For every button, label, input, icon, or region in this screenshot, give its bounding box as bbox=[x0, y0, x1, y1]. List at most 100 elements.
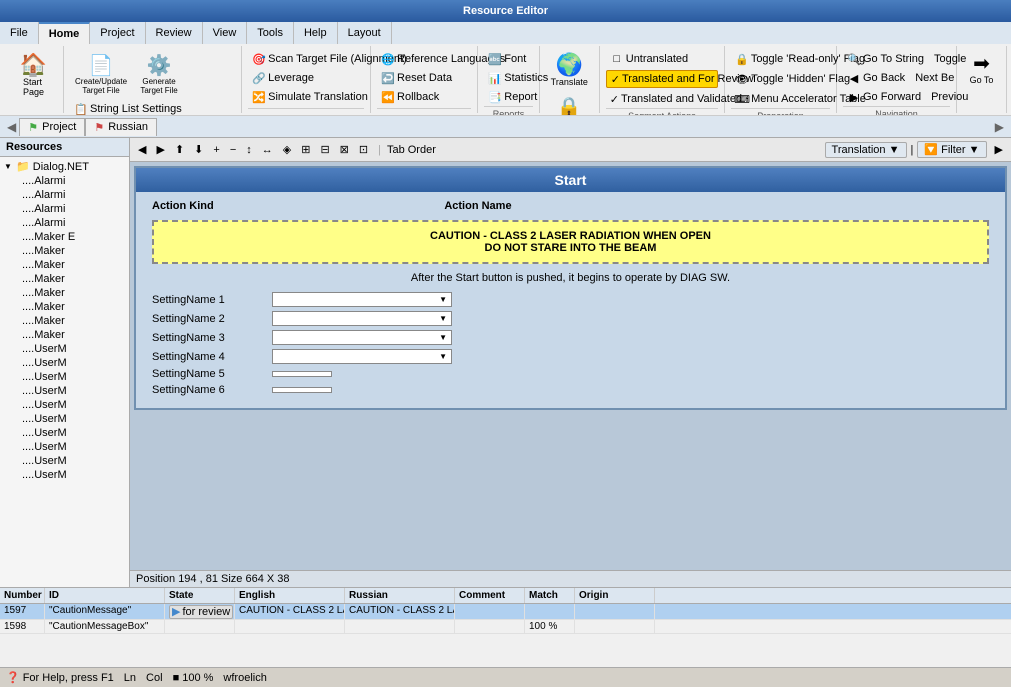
russian-flag: ⚑ bbox=[94, 121, 104, 134]
leverage-button[interactable]: 🔗 Leverage bbox=[248, 69, 318, 87]
tree-item-15[interactable]: ....UserM bbox=[2, 370, 127, 384]
toolbar-btn-6[interactable]: − bbox=[226, 142, 240, 158]
setting-combo-1[interactable]: ▼ bbox=[272, 311, 452, 326]
setting-row-3: SettingName 4▼ bbox=[152, 349, 989, 364]
setting-combo-3[interactable]: ▼ bbox=[272, 349, 452, 364]
tree-item-18[interactable]: ....UserM bbox=[2, 412, 127, 426]
tree-item-20[interactable]: ....UserM bbox=[2, 440, 127, 454]
ribbon-group-goto: ➡ Go To bbox=[957, 46, 1007, 113]
resources-tree[interactable]: ▼📁 Dialog.NET ....Alarmi ....Alarmi ....… bbox=[0, 157, 129, 587]
tree-item-14[interactable]: ....UserM bbox=[2, 356, 127, 370]
tab-view[interactable]: View bbox=[203, 22, 248, 44]
tree-item-6[interactable]: ....Maker bbox=[2, 244, 127, 258]
tree-item-1[interactable]: ....Alarmi bbox=[2, 174, 127, 188]
tree-item-17[interactable]: ....UserM bbox=[2, 398, 127, 412]
toolbar-btn-3[interactable]: ⬆ bbox=[171, 141, 188, 158]
toolbar-btn-13[interactable]: ⊡ bbox=[355, 141, 372, 158]
toolbar-btn-10[interactable]: ⊞ bbox=[297, 141, 314, 158]
translation-dropdown[interactable]: Translation ▼ bbox=[825, 142, 907, 158]
setting-combo-0[interactable]: ▼ bbox=[272, 292, 452, 307]
tree-item-12[interactable]: ....Maker bbox=[2, 328, 127, 342]
lock-segment-button[interactable]: 🔒 LockSegment bbox=[546, 92, 592, 116]
string-list-button[interactable]: 📋 String List Settings bbox=[70, 100, 186, 116]
toolbar-btn-7[interactable]: ↕ bbox=[242, 142, 256, 158]
tree-item-19[interactable]: ....UserM bbox=[2, 426, 127, 440]
tree-item-4[interactable]: ....Alarmi bbox=[2, 216, 127, 230]
go-forward-icon: ▶ bbox=[847, 90, 861, 104]
tab-file[interactable]: File bbox=[0, 22, 39, 44]
tree-item-21[interactable]: ....UserM bbox=[2, 454, 127, 468]
tab-tools[interactable]: Tools bbox=[247, 22, 294, 44]
table-cell-0-0: 1597 bbox=[0, 604, 45, 619]
reset-data-button[interactable]: ↩️ Reset Data bbox=[377, 69, 456, 87]
tab-help[interactable]: Help bbox=[294, 22, 338, 44]
tab-home[interactable]: Home bbox=[39, 22, 91, 44]
reports-group-label: Reports bbox=[484, 106, 532, 116]
toolbar-btn-11[interactable]: ⊟ bbox=[316, 141, 333, 158]
table-row-0[interactable]: 1597"CautionMessage"▶for reviewCAUTION -… bbox=[0, 604, 1011, 620]
setting-input-5[interactable] bbox=[272, 387, 332, 393]
translate-icon: 🌍 bbox=[557, 53, 581, 77]
toggle-hidden-button[interactable]: 👁 Toggle 'Hidden' Flag bbox=[731, 70, 830, 88]
simulate-translation-button[interactable]: 🔀 Simulate Translation bbox=[248, 88, 372, 106]
russian-tab[interactable]: ⚑ Russian bbox=[85, 118, 157, 136]
toolbar-btn-2[interactable]: ▶ bbox=[152, 141, 168, 158]
tree-item-8[interactable]: ....Maker bbox=[2, 272, 127, 286]
tree-item-0[interactable]: ▼📁 Dialog.NET bbox=[2, 159, 127, 174]
go-forward-button[interactable]: ▶ Go Forward bbox=[843, 88, 925, 106]
nav-right-arrow[interactable]: ▶ bbox=[992, 120, 1007, 134]
tree-item-5[interactable]: ....Maker E bbox=[2, 230, 127, 244]
tab-layout[interactable]: Layout bbox=[338, 22, 392, 44]
form-columns: Action Kind Action Name bbox=[152, 200, 989, 212]
toolbar-btn-8[interactable]: ↔ bbox=[258, 142, 277, 158]
go-to-string-button[interactable]: 🔍 Go To String bbox=[843, 50, 928, 68]
goto-button[interactable]: ➡ Go To bbox=[962, 48, 1002, 88]
tree-item-3[interactable]: ....Alarmi bbox=[2, 202, 127, 216]
tree-item-11[interactable]: ....Maker bbox=[2, 314, 127, 328]
untranslated-button[interactable]: □ Untranslated bbox=[606, 50, 718, 68]
toolbar-btn-1[interactable]: ◀ bbox=[134, 141, 150, 158]
create-update-button[interactable]: 📄 Create/UpdateTarget File bbox=[70, 50, 132, 98]
tree-item-2[interactable]: ....Alarmi bbox=[2, 188, 127, 202]
start-page-button[interactable]: 🏠 StartPage bbox=[14, 50, 54, 100]
report-button[interactable]: 📑 Report bbox=[484, 88, 541, 106]
setting-combo-2[interactable]: ▼ bbox=[272, 330, 452, 345]
rollback-button[interactable]: ⏪ Rollback bbox=[377, 88, 443, 106]
state-badge-0: ▶for review bbox=[169, 605, 233, 619]
go-back-button[interactable]: ◀ Go Back bbox=[843, 69, 909, 87]
run-filter-button[interactable]: ▶ bbox=[991, 141, 1007, 158]
menu-accelerator-button[interactable]: ⌨ Menu Accelerator Table bbox=[731, 90, 830, 108]
string-list-icon: 📋 bbox=[74, 102, 88, 116]
filter-dropdown[interactable]: 🔽 Filter ▼ bbox=[917, 141, 986, 158]
toolbar-btn-5[interactable]: + bbox=[209, 142, 223, 158]
next-be-button[interactable]: Next Be bbox=[911, 70, 958, 86]
toolbar-btn-4[interactable]: ⬇ bbox=[190, 141, 207, 158]
table-row-1[interactable]: 1598"CautionMessageBox"100 % bbox=[0, 620, 1011, 634]
toolbar-btn-12[interactable]: ⊠ bbox=[336, 141, 353, 158]
tree-item-9[interactable]: ....Maker bbox=[2, 286, 127, 300]
tree-item-22[interactable]: ....UserM bbox=[2, 468, 127, 482]
tab-review[interactable]: Review bbox=[146, 22, 203, 44]
nav-left-arrow[interactable]: ◀ bbox=[4, 120, 19, 134]
tree-item-16[interactable]: ....UserM bbox=[2, 384, 127, 398]
go-back-icon: ◀ bbox=[847, 71, 861, 85]
ribbon-group-file-ops: 📄 Create/UpdateTarget File ⚙️ GenerateTa… bbox=[64, 46, 242, 113]
setting-input-4[interactable] bbox=[272, 371, 332, 377]
project-tab[interactable]: ⚑ Project bbox=[19, 118, 85, 136]
toolbar-btn-9[interactable]: ◈ bbox=[279, 141, 295, 158]
table-body[interactable]: 1597"CautionMessage"▶for reviewCAUTION -… bbox=[0, 604, 1011, 667]
position-bar: Position 194 , 81 Size 664 X 38 bbox=[130, 570, 1011, 587]
generate-button[interactable]: ⚙️ GenerateTarget File bbox=[134, 50, 184, 98]
tree-item-10[interactable]: ....Maker bbox=[2, 300, 127, 314]
simulate-icon: 🔀 bbox=[252, 90, 266, 104]
tree-item-13[interactable]: ....UserM bbox=[2, 342, 127, 356]
setting-label-2: SettingName 3 bbox=[152, 332, 272, 344]
font-button[interactable]: 🔤 Font bbox=[484, 50, 530, 68]
translate-button[interactable]: 🌍 Translate bbox=[546, 50, 593, 90]
table-col-russian: Russian bbox=[345, 588, 455, 603]
translated-for-review-button[interactable]: ✓ Translated and For Review bbox=[606, 70, 718, 88]
translated-validated-button[interactable]: ✓ Translated and Validated bbox=[606, 90, 718, 108]
tab-project[interactable]: Project bbox=[90, 22, 145, 44]
tree-item-7[interactable]: ....Maker bbox=[2, 258, 127, 272]
toggle-readonly-button[interactable]: 🔒 Toggle 'Read-only' Flag bbox=[731, 50, 830, 68]
